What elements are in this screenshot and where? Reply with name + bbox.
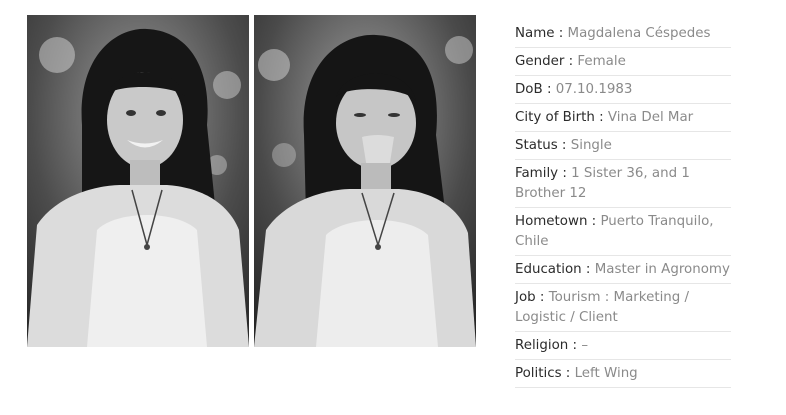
field-label: Name : bbox=[515, 26, 564, 41]
portrait-photo-smiling bbox=[27, 15, 249, 347]
profile-row-dob: DoB :07.10.1983 bbox=[515, 76, 731, 104]
field-value: Vina Del Mar bbox=[607, 110, 694, 125]
field-label: Job : bbox=[515, 290, 545, 305]
profile-row-name: Name : Magdalena Céspedes bbox=[515, 20, 731, 48]
field-value: Magdalena Céspedes bbox=[567, 26, 711, 41]
profile-row-status: Status : Single bbox=[515, 132, 731, 160]
profile-row-education: Education : Master in Agronomy bbox=[515, 256, 731, 284]
field-label: Gender : bbox=[515, 54, 574, 69]
profile-row-hometown: Hometown : Puerto Tranquilo, Chile bbox=[515, 208, 731, 256]
field-label: Hometown : bbox=[515, 214, 597, 229]
field-value: Single bbox=[570, 138, 612, 153]
profile-row-city-of-birth: City of Birth : Vina Del Mar bbox=[515, 104, 731, 132]
field-value: Left Wing bbox=[574, 366, 638, 381]
field-label: Education : bbox=[515, 262, 591, 277]
field-label: Religion : bbox=[515, 338, 578, 353]
field-value: – bbox=[581, 338, 589, 353]
page: Name : Magdalena Céspedes Gender : Female … bbox=[0, 0, 786, 415]
field-value: 07.10.1983 bbox=[555, 82, 633, 97]
profile-row-politics: Politics : Left Wing bbox=[515, 360, 731, 388]
field-label: Family : bbox=[515, 166, 567, 181]
profile-row-gender: Gender : Female bbox=[515, 48, 731, 76]
profile-row-religion: Religion : – bbox=[515, 332, 731, 360]
field-label: Status : bbox=[515, 138, 567, 153]
portrait-photo-tongue-out bbox=[254, 15, 476, 347]
profile-row-job: Job : Tourism : Marketing / Logistic / Cl… bbox=[515, 284, 731, 332]
profile-row-family: Family :1 Sister 36, and 1 Brother 12 bbox=[515, 160, 731, 208]
field-value: Master in Agronomy bbox=[594, 262, 730, 277]
profile-details: Name : Magdalena Céspedes Gender : Female … bbox=[515, 20, 731, 388]
field-label: DoB : bbox=[515, 82, 552, 97]
field-value: Female bbox=[577, 54, 626, 69]
field-label: City of Birth : bbox=[515, 110, 604, 125]
field-label: Politics : bbox=[515, 366, 571, 381]
